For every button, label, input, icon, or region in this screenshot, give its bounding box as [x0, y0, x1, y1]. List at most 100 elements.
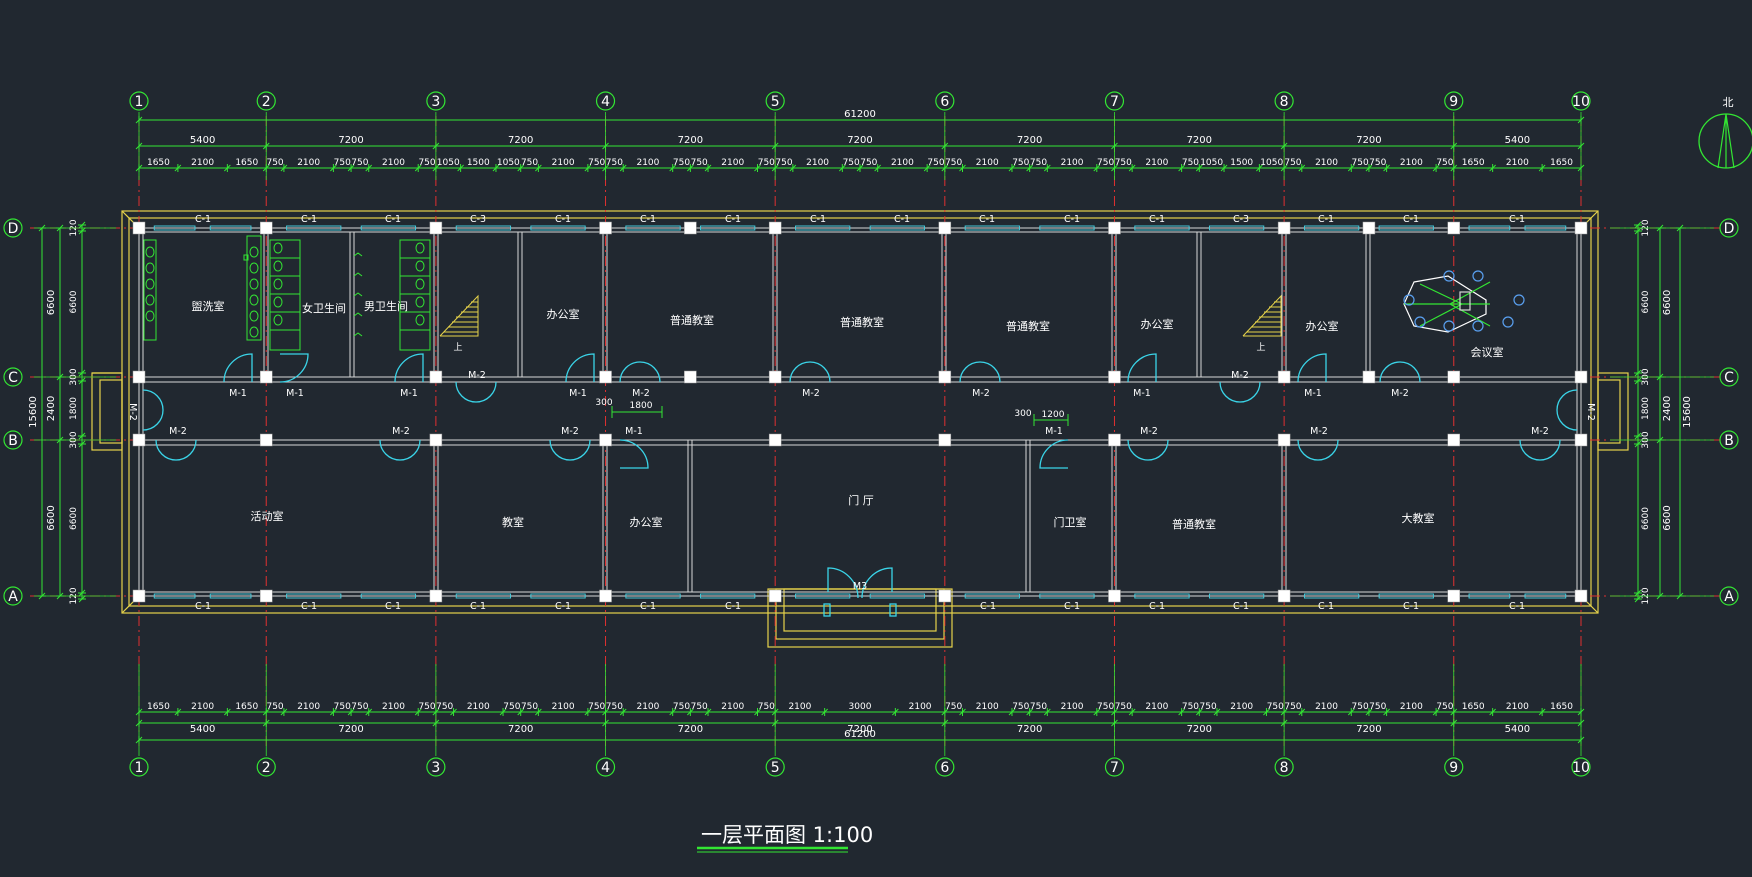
axis-bubble-label: C — [8, 370, 18, 386]
axis-bubble-label: A — [8, 589, 18, 605]
dim-label: 1800 — [630, 401, 653, 411]
room-label-large-classroom: 大教室 — [1402, 511, 1435, 525]
axis-bubble: 10 — [1571, 91, 1591, 111]
axis-bubble-label: 5 — [771, 94, 780, 110]
column — [1574, 221, 1588, 235]
axis-bubble: 7 — [1104, 91, 1125, 111]
room-label-classroom-5: 普通教室 — [1172, 517, 1216, 531]
window-label: C-1 — [980, 601, 996, 612]
door-label: M-2 — [1140, 426, 1158, 437]
axis-bubble-label: 4 — [601, 94, 610, 110]
axis-bubble: 2 — [256, 91, 276, 111]
axis-bubble: C — [1719, 367, 1739, 387]
dimension-label: 750 — [1369, 702, 1386, 712]
dim-label: 300 — [1014, 409, 1031, 419]
column — [599, 370, 612, 384]
column — [684, 221, 697, 235]
dimension-label: 750 — [588, 702, 605, 712]
column — [132, 370, 146, 384]
walls — [138, 227, 1582, 597]
dimension-label: 750 — [758, 702, 775, 712]
column — [768, 221, 782, 235]
dimension-label: 750 — [1115, 158, 1132, 168]
window-label: C-1 — [894, 214, 910, 225]
axis-bubble: 7 — [1104, 757, 1125, 777]
room-label-office-1: 办公室 — [547, 307, 580, 321]
column — [132, 589, 146, 603]
axis-bubble: 2 — [256, 757, 276, 777]
dimension-label: 750 — [1097, 158, 1114, 168]
dimension-label: 2100 — [1506, 158, 1529, 168]
corridor-dimensions — [611, 406, 1069, 426]
dimension-label: 2100 — [788, 702, 811, 712]
door-label: M-2 — [632, 388, 650, 399]
dimension-label: 7200 — [847, 135, 872, 146]
dimension-label: 1650 — [1550, 158, 1573, 168]
window-label: C-1 — [195, 214, 211, 225]
dimension-label: 750 — [351, 702, 368, 712]
dimension-label: 1650 — [235, 702, 258, 712]
dimension-label: 2100 — [1061, 702, 1084, 712]
door-label: M-2 — [1310, 426, 1328, 437]
axis-bubble-label: B — [8, 433, 18, 449]
column — [132, 221, 146, 235]
column — [1574, 433, 1588, 447]
column — [1574, 370, 1588, 384]
north-arrow-pointer — [1717, 113, 1735, 169]
door-label: M-1 — [569, 388, 587, 399]
column — [599, 221, 612, 235]
axis-bubble: 9 — [1444, 91, 1464, 111]
dimension-label: 750 — [1097, 702, 1114, 712]
dimension-label: 1500 — [467, 158, 490, 168]
dimension-label: 7200 — [1356, 135, 1381, 146]
dimension-label: 2100 — [1506, 702, 1529, 712]
dimension-label: 2100 — [976, 702, 999, 712]
dimension-label: 750 — [521, 158, 538, 168]
north-arrow: 北 — [1698, 96, 1752, 169]
dimension-label: 750 — [758, 158, 775, 168]
dimension-label: 6600 — [1662, 505, 1673, 530]
dimension-label: 1650 — [235, 158, 258, 168]
axis-bubble: C — [3, 367, 23, 387]
dimension-label: 2100 — [191, 702, 214, 712]
dimension-label: 750 — [606, 702, 623, 712]
window-strips — [153, 225, 1567, 599]
dimension-label: 750 — [945, 158, 962, 168]
window-label: C-1 — [385, 601, 401, 612]
dimension-label: 7200 — [1356, 724, 1381, 735]
floor-plan-drawing: 612005400 7200 7200 7200 7200 7200 7200 7200 540… — [3, 91, 1752, 853]
north-label: 北 — [1723, 96, 1734, 109]
dimension-label: 750 — [843, 158, 860, 168]
dimension-label: 750 — [691, 158, 708, 168]
dimension-label: 7200 — [1017, 135, 1042, 146]
window-label: C-1 — [1509, 214, 1525, 225]
axis-bubble-label: 1 — [135, 760, 144, 776]
dimension-label: 5400 — [190, 135, 215, 146]
axis-bubble-label: 1 — [135, 94, 144, 110]
axis-bubble-label: 9 — [1449, 94, 1458, 110]
dimension-label: 3000 — [849, 702, 872, 712]
dimension-label: 7200 — [1187, 135, 1212, 146]
dimension-label: 750 — [1436, 158, 1453, 168]
dimension-label: 2100 — [297, 158, 320, 168]
room-label-meeting-room: 会议室 — [1471, 345, 1504, 359]
dimension-label: 2100 — [721, 702, 744, 712]
column — [938, 589, 952, 603]
axis-bubble-label: 6 — [940, 760, 949, 776]
axis-bubble: A — [1719, 586, 1739, 606]
dimension-label: 750 — [521, 702, 538, 712]
column — [1362, 221, 1376, 235]
dimension-label: 750 — [1267, 702, 1284, 712]
conference-table — [1403, 270, 1525, 333]
window-label: C-1 — [1318, 601, 1334, 612]
dimension-label: 750 — [1436, 702, 1453, 712]
column — [1574, 589, 1588, 603]
dimension-label: 2400 — [46, 396, 57, 421]
window-label: C-1 — [810, 214, 826, 225]
axis-bubble: B — [1719, 430, 1739, 450]
door-label: M-2 — [1531, 426, 1549, 437]
dimension-label: 1650 — [1462, 702, 1485, 712]
window-label: C-1 — [1403, 214, 1419, 225]
window-label: C-1 — [979, 214, 995, 225]
room-label-washroom: 盥洗室 — [192, 299, 225, 313]
